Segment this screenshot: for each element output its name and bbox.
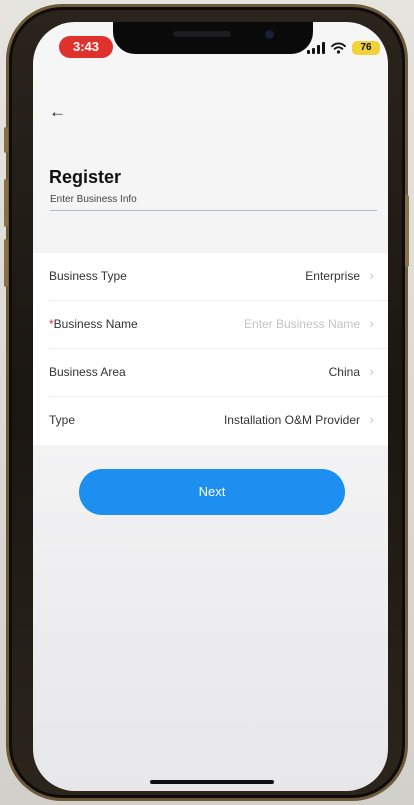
home-indicator[interactable] — [150, 780, 274, 784]
phone-screen: 3:43 76 ← Register Enter Business Info B… — [33, 22, 388, 791]
business-type-label: Business Type — [49, 269, 127, 283]
front-camera — [265, 30, 274, 39]
business-area-value: China — [328, 365, 360, 379]
type-value: Installation O&M Provider — [223, 413, 360, 427]
silent-switch — [4, 127, 8, 153]
type-label: Type — [49, 413, 76, 427]
earpiece-speaker — [173, 31, 231, 37]
page-title: Register — [49, 167, 122, 187]
chevron-right-icon: › — [369, 412, 374, 427]
notch — [113, 22, 313, 54]
next-button[interactable]: Next — [79, 469, 345, 515]
back-arrow-icon[interactable]: ← — [49, 103, 67, 120]
form-row-business-area[interactable]: Business Area China › — [33, 349, 388, 397]
chevron-right-icon: › — [369, 268, 374, 283]
wifi-icon — [331, 42, 346, 54]
volume-up-button — [4, 179, 8, 227]
business-info-form: Business Type Enterprise › *Business Nam… — [33, 253, 388, 445]
business-type-value: Enterprise — [305, 269, 360, 283]
form-row-type[interactable]: Type Installation O&M Provider › — [33, 397, 388, 445]
volume-down-button — [4, 239, 8, 287]
page-subtitle: Enter Business Info — [50, 194, 137, 205]
chevron-right-icon: › — [369, 364, 374, 379]
status-icons: 76 — [307, 39, 380, 57]
business-name-input[interactable]: Enter Business Name — [244, 317, 360, 331]
power-button — [405, 195, 409, 267]
signal-bars-icon — [307, 42, 325, 54]
form-row-business-name[interactable]: *Business Name Enter Business Name › — [33, 301, 388, 349]
chevron-right-icon: › — [369, 316, 374, 331]
business-area-label: Business Area — [49, 365, 126, 379]
business-name-label: *Business Name — [49, 317, 138, 331]
photo-background: 3:43 76 ← Register Enter Business Info B… — [0, 0, 414, 805]
battery-level: 76 — [352, 41, 380, 55]
form-row-business-type[interactable]: Business Type Enterprise › — [33, 253, 388, 301]
status-time: 3:43 — [59, 36, 113, 58]
subtitle-underline — [50, 210, 377, 211]
